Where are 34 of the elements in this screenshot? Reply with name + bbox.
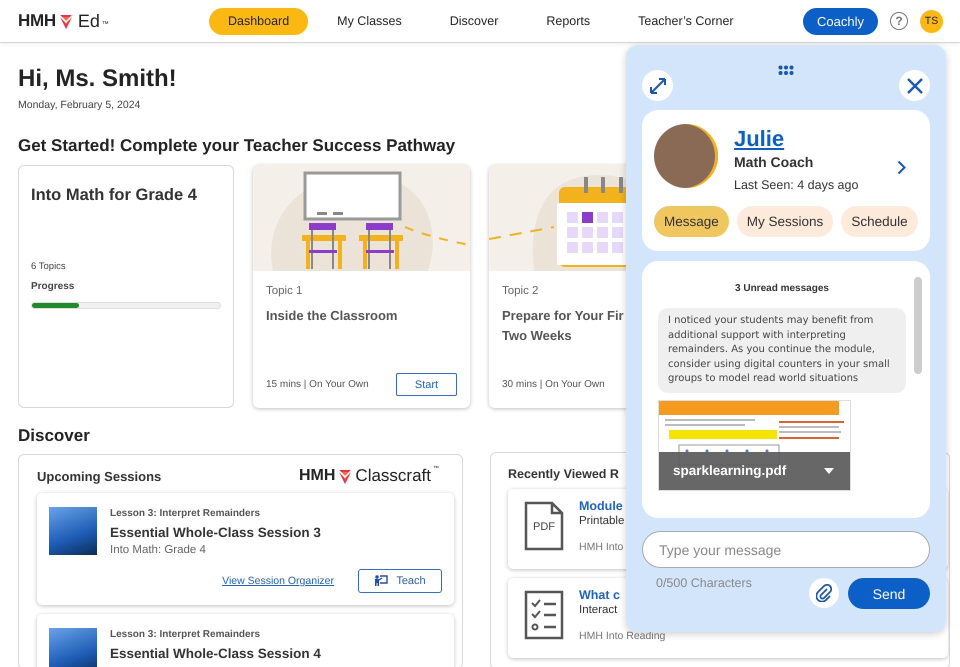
topic-count: 6 Topics — [31, 261, 67, 272]
unread-count: 3 Unread messages — [734, 283, 830, 294]
topic-title: Inside the Classroom — [266, 307, 398, 325]
date-text: Monday, February 5, 2024 — [18, 99, 142, 111]
section-heading: Discover — [18, 426, 90, 446]
panel-title: Recently Viewed R — [508, 466, 619, 483]
product-name: Classcraft — [355, 466, 431, 486]
brand-name: HMH — [298, 467, 336, 485]
greeting-title: Hi, Ms. Smith! — [18, 65, 177, 93]
last-seen-text: Last Seen: 4 days ago — [734, 178, 860, 192]
resource-source: HMH Into — [579, 541, 624, 553]
section-heading: Get Started! Complete your Teacher Success Pathway — [18, 136, 456, 156]
progress-label: Progress — [31, 281, 76, 292]
course-title: Into Math for Grade 4 — [31, 186, 198, 205]
lesson-label: Lesson 3: Interpret Remainders — [110, 508, 262, 519]
resource-type: Printable — [579, 515, 624, 527]
resource-type: Interact — [579, 604, 618, 616]
panel-title: Upcoming Sessions — [37, 468, 162, 484]
file-name: sparklearning.pdf — [673, 463, 786, 478]
message-bubble: I noticed your students may benefit from additional support with interpreting remainders. As you continue the module, consider using digital counters in your small groups to model read world situations — [658, 308, 906, 392]
topic-title: Prepare for Your Fir Two Weeks — [502, 307, 624, 345]
session-title: Essential Whole-Class Session 4 — [110, 646, 322, 661]
topic-duration: 30 mins | On Your Own — [502, 379, 605, 390]
product-name: Ed — [78, 10, 100, 32]
topic-duration: 15 mins | On Your Own — [266, 379, 369, 390]
lesson-label: Lesson 3: Interpret Remainders — [110, 629, 262, 640]
character-counter: 0/500 Characters — [656, 576, 752, 590]
coach-role: Math Coach — [734, 154, 814, 170]
course-name: Into Math: Grade 4 — [110, 544, 207, 556]
session-title: Essential Whole-Class Session 3 — [110, 525, 322, 540]
topic-label: Topic 2 — [502, 285, 540, 297]
brand-name: HMH — [18, 11, 56, 31]
resource-source: HMH Into Reading — [579, 630, 666, 642]
topic-label: Topic 1 — [266, 285, 304, 297]
